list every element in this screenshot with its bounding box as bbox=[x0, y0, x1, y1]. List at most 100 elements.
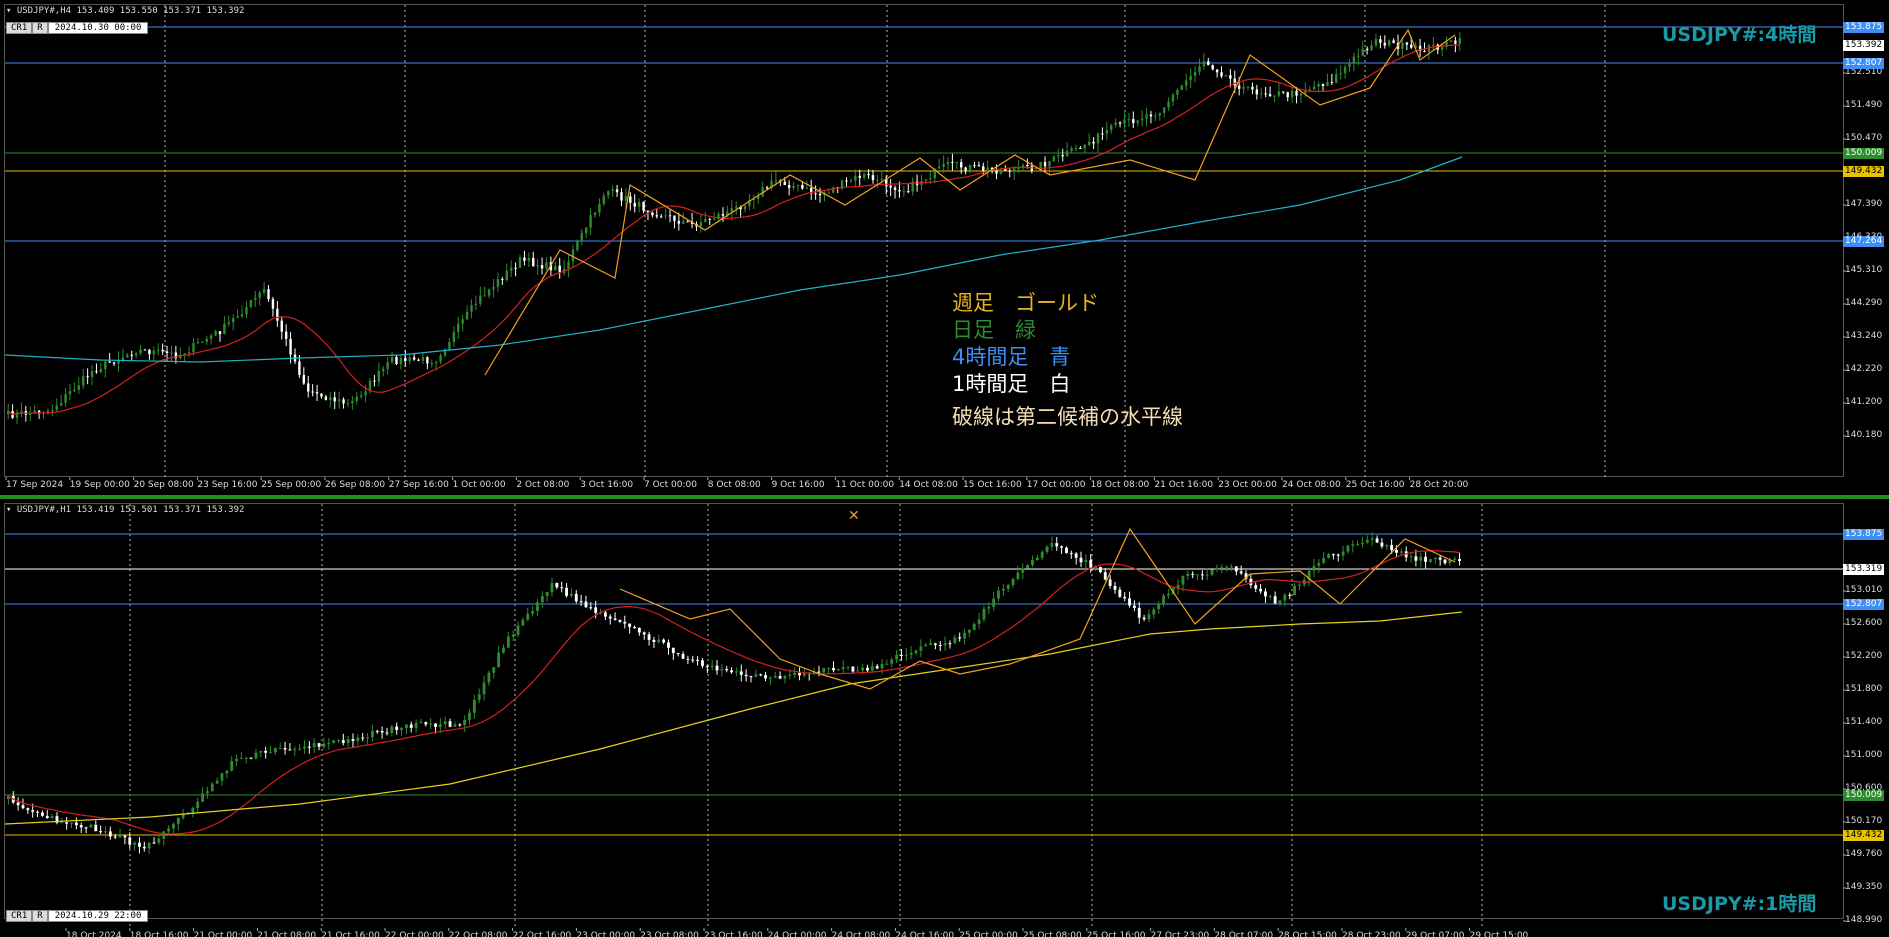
candle-body bbox=[633, 627, 636, 629]
candle-body bbox=[1050, 543, 1054, 547]
candle-body bbox=[245, 306, 248, 315]
candle-body bbox=[209, 335, 213, 339]
candle-body bbox=[668, 215, 672, 217]
x-axis-label: 28 Oct 20:00 bbox=[1409, 480, 1469, 490]
candle-body bbox=[889, 185, 892, 188]
candle-body bbox=[59, 402, 63, 406]
candle-body bbox=[960, 162, 963, 168]
candle-body bbox=[468, 712, 471, 720]
candle-body bbox=[938, 645, 942, 647]
candle-body bbox=[45, 815, 49, 819]
candle-body bbox=[382, 368, 385, 371]
candle-body bbox=[424, 722, 428, 725]
candle-body bbox=[796, 184, 800, 186]
candle-body bbox=[377, 370, 381, 382]
candle-body bbox=[1379, 39, 1382, 43]
candle-body bbox=[419, 722, 423, 724]
candle-body bbox=[1341, 551, 1345, 556]
price-tag: 153.875 bbox=[1843, 22, 1885, 33]
candle-body bbox=[201, 793, 204, 802]
x-axis-label: 17 Sep 2024 bbox=[6, 480, 64, 490]
candle-body bbox=[276, 308, 279, 321]
candle-body bbox=[474, 303, 478, 305]
candle-body bbox=[1290, 90, 1294, 98]
candle-body bbox=[412, 357, 416, 360]
candle-body bbox=[579, 601, 583, 603]
candle-body bbox=[574, 593, 578, 602]
candle-body bbox=[876, 179, 879, 181]
candle-body bbox=[509, 267, 513, 271]
candle-body bbox=[1048, 161, 1051, 167]
candle-body bbox=[1282, 91, 1285, 93]
candle-body bbox=[778, 676, 782, 679]
candle-body bbox=[1348, 62, 1351, 67]
x-axis-label: 28 Oct 15:00 bbox=[1278, 931, 1337, 937]
candle-body bbox=[603, 612, 607, 617]
candle-body bbox=[452, 331, 456, 343]
candle-body bbox=[40, 812, 44, 816]
candle-body bbox=[655, 215, 658, 217]
h4-chart-pane[interactable]: ▾ USDJPY#,H4 153.409 153.550 153.371 153… bbox=[0, 0, 1889, 495]
candle-body bbox=[518, 257, 522, 268]
candle-body bbox=[977, 619, 981, 624]
candle-body bbox=[871, 175, 875, 181]
candle-body bbox=[1312, 86, 1316, 90]
candle-body bbox=[240, 314, 244, 317]
candle-body bbox=[73, 389, 76, 392]
y-axis-label: 150.170 bbox=[1845, 816, 1883, 826]
candle-body bbox=[86, 376, 89, 378]
candle-body bbox=[1035, 557, 1039, 561]
x-axis-label: 23 Oct 00:00 bbox=[576, 931, 636, 937]
candle-body bbox=[1357, 55, 1360, 57]
candle-body bbox=[1259, 588, 1263, 592]
y-axis-label: 149.350 bbox=[1845, 882, 1883, 892]
candle-body bbox=[74, 822, 78, 826]
candle-body bbox=[324, 396, 328, 401]
candle-body bbox=[121, 357, 125, 360]
candle-body bbox=[1234, 566, 1238, 572]
candle-body bbox=[929, 178, 932, 180]
candle-body bbox=[554, 265, 557, 271]
candle-body bbox=[598, 203, 601, 213]
candle-body bbox=[1166, 594, 1170, 596]
candle-body bbox=[788, 674, 792, 677]
candle-body bbox=[963, 632, 966, 639]
candle-body bbox=[1142, 617, 1146, 620]
candle-body bbox=[307, 746, 311, 748]
candle-body bbox=[273, 748, 277, 753]
h1-symbol-header: ▾ USDJPY#,H1 153.419 153.501 153.371 153… bbox=[6, 505, 245, 515]
candle-body bbox=[430, 363, 433, 365]
h1-chart-pane[interactable]: ▾ USDJPY#,H1 153.419 153.501 153.371 153… bbox=[0, 499, 1889, 937]
y-axis-label: 148.990 bbox=[1845, 915, 1883, 925]
candle-body bbox=[64, 394, 67, 403]
candle-body bbox=[302, 374, 306, 384]
candle-body bbox=[1052, 156, 1056, 162]
candle-body bbox=[1273, 596, 1277, 604]
candle-body bbox=[1326, 82, 1329, 87]
h4-chart-canvas[interactable] bbox=[0, 0, 1889, 495]
crosshair-tool-icon[interactable]: ✕ bbox=[848, 509, 860, 523]
candle-body bbox=[1113, 585, 1117, 590]
candle-body bbox=[337, 740, 340, 742]
candle-body bbox=[584, 227, 588, 233]
candle-body bbox=[1375, 538, 1379, 543]
h1-chart-canvas[interactable] bbox=[0, 499, 1889, 937]
candle-body bbox=[453, 724, 457, 727]
candle-body bbox=[664, 215, 667, 217]
price-tag: 147.264 bbox=[1843, 236, 1885, 247]
candle-body bbox=[569, 593, 573, 596]
price-tag: 152.807 bbox=[1843, 58, 1885, 69]
candle-body bbox=[1458, 558, 1461, 561]
y-axis-label: 143.240 bbox=[1845, 331, 1883, 341]
candle-body bbox=[1438, 557, 1442, 560]
candle-body bbox=[502, 647, 505, 653]
candle-body bbox=[968, 165, 972, 171]
candle-body bbox=[278, 748, 282, 750]
candle-body bbox=[682, 221, 685, 224]
candle-body bbox=[765, 187, 769, 189]
candle-body bbox=[686, 658, 690, 660]
y-axis-label: 145.310 bbox=[1845, 265, 1883, 275]
x-axis-label: 23 Oct 08:00 bbox=[640, 931, 699, 937]
candle-body bbox=[686, 221, 689, 223]
candle-body bbox=[448, 721, 452, 727]
